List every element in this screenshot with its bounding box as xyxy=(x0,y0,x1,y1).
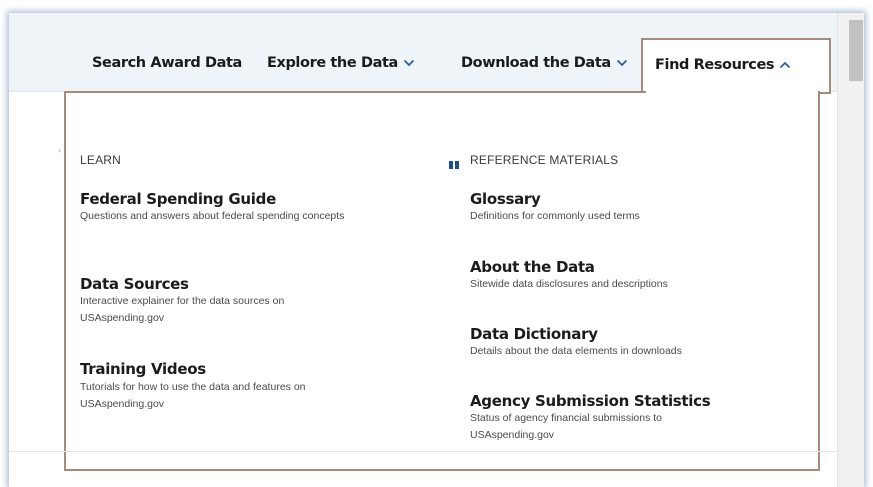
link-agency-submission-statistics-description: Status of agency financial submissions t… xyxy=(470,412,663,441)
link-training-videos-description: Tutorials for how to use the data and fe… xyxy=(80,381,306,410)
link-data-sources-description: Interactive explainer for the data sourc… xyxy=(80,295,285,324)
link-data-dictionary-description: Details about the data elements in downl… xyxy=(470,345,682,357)
chevron-down-icon xyxy=(616,59,628,67)
main-navigation: Search Award Data Explore the Data Downl… xyxy=(9,13,837,94)
reference-section-header: REFERENCE MATERIALS xyxy=(470,153,619,167)
nav-explore-the-data-label: Explore the Data xyxy=(267,55,398,71)
learn-section-header: LEARN xyxy=(80,153,122,167)
dropdown-top-border xyxy=(66,91,646,93)
link-data-sources[interactable]: Data Sources xyxy=(80,275,189,293)
link-glossary[interactable]: Glossary xyxy=(470,190,541,208)
link-about-the-data[interactable]: About the Data xyxy=(470,258,595,276)
find-resources-dropdown: LEARN Federal Spending Guide Questions a… xyxy=(64,91,820,471)
nav-find-resources[interactable]: Find Resources xyxy=(655,57,791,73)
page-divider xyxy=(9,451,837,452)
link-agency-submission-statistics[interactable]: Agency Submission Statistics xyxy=(470,392,711,410)
page-viewport: Search Award Data Explore the Data Downl… xyxy=(9,13,837,487)
chevron-up-icon xyxy=(779,61,791,69)
link-glossary-description: Definitions for commonly used terms xyxy=(470,210,640,222)
vertical-scrollbar[interactable] xyxy=(837,13,864,487)
scrollbar-thumb[interactable] xyxy=(849,20,863,81)
nav-search-award-data[interactable]: Search Award Data xyxy=(92,55,242,71)
nav-search-award-data-label: Search Award Data xyxy=(92,55,242,71)
nav-find-resources-tab[interactable]: Find Resources xyxy=(641,38,831,94)
chevron-down-icon xyxy=(403,59,415,67)
nav-download-the-data-label: Download the Data xyxy=(461,55,611,71)
link-data-dictionary[interactable]: Data Dictionary xyxy=(470,325,598,343)
link-federal-spending-guide-description: Questions and answers about federal spen… xyxy=(80,210,345,222)
nav-explore-the-data[interactable]: Explore the Data xyxy=(267,55,415,71)
nav-find-resources-label: Find Resources xyxy=(655,57,775,73)
link-training-videos[interactable]: Training Videos xyxy=(80,360,206,378)
link-about-the-data-description: Sitewide data disclosures and descriptio… xyxy=(470,278,668,290)
nav-download-the-data[interactable]: Download the Data xyxy=(461,55,628,71)
browser-frame: Search Award Data Explore the Data Downl… xyxy=(9,13,864,487)
book-icon xyxy=(449,156,459,169)
link-federal-spending-guide[interactable]: Federal Spending Guide xyxy=(80,190,276,208)
